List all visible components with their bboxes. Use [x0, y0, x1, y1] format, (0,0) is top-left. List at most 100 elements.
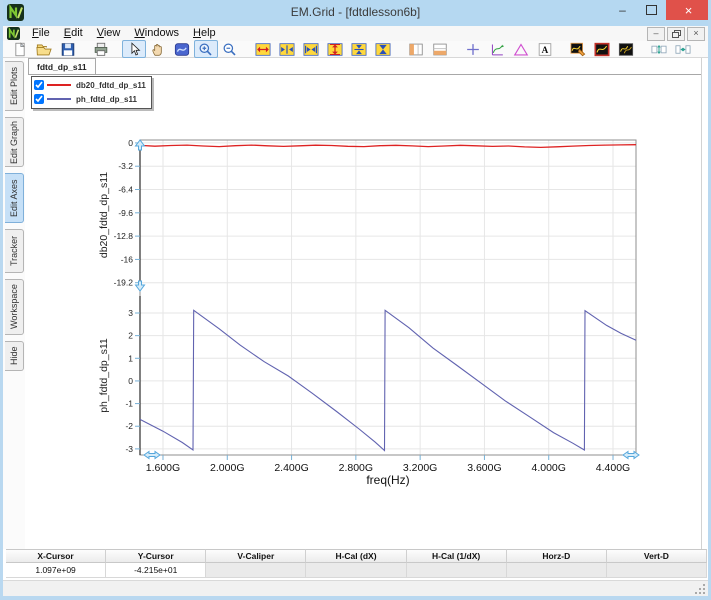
zoom-out-icon — [223, 42, 236, 56]
edit-trace-icon — [570, 42, 586, 56]
graph-canvas[interactable]: 1.600G 2.000G 2.400G 2.800G 3.200G 3.600G 4.00… — [28, 74, 701, 549]
legend-checkbox-db20-fdtd-dp-s11[interactable] — [34, 80, 44, 90]
plot-frame — [139, 139, 637, 456]
crosshair-icon — [467, 43, 479, 55]
pointer-button[interactable] — [122, 40, 146, 58]
pan-curve-icon — [174, 42, 190, 56]
menu-file[interactable]: File — [25, 26, 57, 41]
horizontal-marker-button[interactable] — [428, 40, 452, 58]
menu-edit[interactable]: Edit — [57, 26, 90, 41]
window-maximize-button[interactable] — [637, 0, 666, 20]
window-title: EM.Grid - [fdtdlesson6b] — [290, 5, 421, 19]
hand-pan-button[interactable] — [146, 40, 170, 58]
expand-x-button[interactable] — [251, 40, 275, 58]
text-tool-button[interactable]: A — [533, 40, 557, 58]
document-tab-fdtd-dp-s11[interactable]: fdtd_dp_s11 — [28, 58, 96, 74]
sidebar-tab-tracker[interactable]: Tracker — [5, 229, 24, 273]
zoom-out-button[interactable] — [218, 40, 242, 58]
traces-view-button[interactable] — [614, 40, 638, 58]
cursor-value-row: 1.097e+09 -4.215e+01 — [6, 563, 707, 578]
toolbar-group-4 — [404, 40, 452, 58]
y-tick-label: -12.8 — [114, 231, 134, 241]
window-close-button[interactable]: × — [666, 0, 708, 20]
legend-checkbox-ph-fdtd-dp-s11[interactable] — [34, 94, 44, 104]
sidebar-tab-edit-graph[interactable]: Edit Graph — [5, 117, 24, 167]
crosshair-button[interactable] — [461, 40, 485, 58]
toolbar-group-3 — [251, 40, 395, 58]
mdi-window-buttons: – × — [647, 26, 708, 41]
expand-y-button[interactable] — [323, 40, 347, 58]
legend-entry-ph-fdtd-dp-s11: ph_fdtd_dp_s11 — [34, 92, 146, 106]
y-tick-label: 3 — [128, 308, 133, 318]
horizontal-marker-icon — [433, 43, 447, 55]
sidebar-tab-workspace[interactable]: Workspace — [5, 279, 24, 335]
fit-y-button[interactable] — [371, 40, 395, 58]
cursor-value-x-cursor: 1.097e+09 — [6, 563, 107, 578]
layout-button[interactable]: Layout ▾ — [704, 41, 708, 57]
save-file-button[interactable] — [56, 40, 80, 58]
split-vertical-button[interactable] — [647, 40, 671, 58]
axis-handle-top[interactable] — [134, 139, 146, 151]
cursor-value-h-cal-dx — [306, 563, 407, 578]
mdi-restore-icon — [672, 30, 681, 38]
trace-frame-button[interactable] — [590, 40, 614, 58]
mdi-minimize-button[interactable]: – — [647, 26, 665, 41]
expand-y-icon — [327, 42, 343, 56]
toolbar-group-7 — [647, 40, 695, 58]
axis-handle-left[interactable] — [143, 450, 161, 460]
triangle-tool-button[interactable] — [509, 40, 533, 58]
split-vertical-icon — [651, 44, 667, 54]
mdi-close-button[interactable]: × — [687, 26, 705, 41]
traces-view-icon — [618, 42, 634, 56]
hand-pan-icon — [152, 43, 162, 56]
open-file-button[interactable] — [32, 40, 56, 58]
sidebar-tab-edit-axes[interactable]: Edit Axes — [5, 173, 24, 223]
cursor-header-row: X-Cursor Y-Cursor V-Caliper H-Cal (dX) H-Cal… — [6, 549, 707, 563]
x-tick-label: 2.000G — [210, 462, 244, 474]
menu-windows[interactable]: Windows — [127, 26, 186, 41]
expand-x-icon — [255, 42, 271, 56]
fit-x-button[interactable] — [299, 40, 323, 58]
y-tick-label: -2 — [125, 421, 133, 431]
save-file-icon — [61, 42, 75, 56]
x-tick-label: 4.000G — [531, 462, 565, 474]
legend-line-sample — [47, 84, 71, 86]
title-bar: EM.Grid - [fdtdlesson6b] – × — [3, 0, 708, 26]
mdi-restore-button[interactable] — [667, 26, 685, 41]
split-horizontal-button[interactable] — [671, 40, 695, 58]
cursor-col-header-h-cal-dx: H-Cal (dX) — [306, 549, 407, 563]
series-ph-fdtd-dp-s11 — [140, 309, 636, 452]
new-file-icon — [15, 41, 26, 56]
resize-grip-icon[interactable] — [695, 584, 706, 595]
legend-label: ph_fdtd_dp_s11 — [76, 94, 137, 104]
new-file-button[interactable] — [8, 40, 32, 58]
y-tick-label: 0 — [128, 138, 133, 148]
zoom-in-button[interactable] — [194, 40, 218, 58]
toolbar-group-6 — [566, 40, 638, 58]
pan-curve-button[interactable] — [170, 40, 194, 58]
fit-y-icon — [375, 42, 391, 56]
vertical-marker-button[interactable] — [404, 40, 428, 58]
cursor-value-h-cal-1-dx — [406, 563, 507, 578]
shrink-x-button[interactable] — [275, 40, 299, 58]
menu-view[interactable]: View — [90, 26, 128, 41]
x-tick-label: 3.600G — [467, 462, 501, 474]
x-tick-label: 4.400G — [596, 462, 630, 474]
axes-tool-button[interactable] — [485, 40, 509, 58]
sidebar-tab-edit-plots[interactable]: Edit Plots — [5, 61, 24, 111]
print-icon — [94, 42, 108, 56]
axis-handle-right[interactable] — [622, 450, 640, 460]
cursor-col-header-v-caliper: V-Caliper — [206, 549, 307, 563]
sidebar-tab-hide[interactable]: Hide — [5, 341, 24, 371]
menu-help[interactable]: Help — [186, 26, 223, 41]
mdi-minimize-icon: – — [653, 28, 659, 38]
legend-entry-db20-fdtd-dp-s11: db20_fdtd_dp_s11 — [34, 78, 146, 92]
y-tick-label: 2 — [128, 331, 133, 341]
plot-legend[interactable]: db20_fdtd_dp_s11 ph_fdtd_dp_s11 — [31, 76, 152, 109]
shrink-y-button[interactable] — [347, 40, 371, 58]
menu-items: File Edit View Windows Help — [25, 26, 223, 41]
fit-x-icon — [303, 42, 319, 56]
print-button[interactable] — [89, 40, 113, 58]
window-minimize-button[interactable]: – — [608, 0, 637, 20]
edit-trace-button[interactable] — [566, 40, 590, 58]
